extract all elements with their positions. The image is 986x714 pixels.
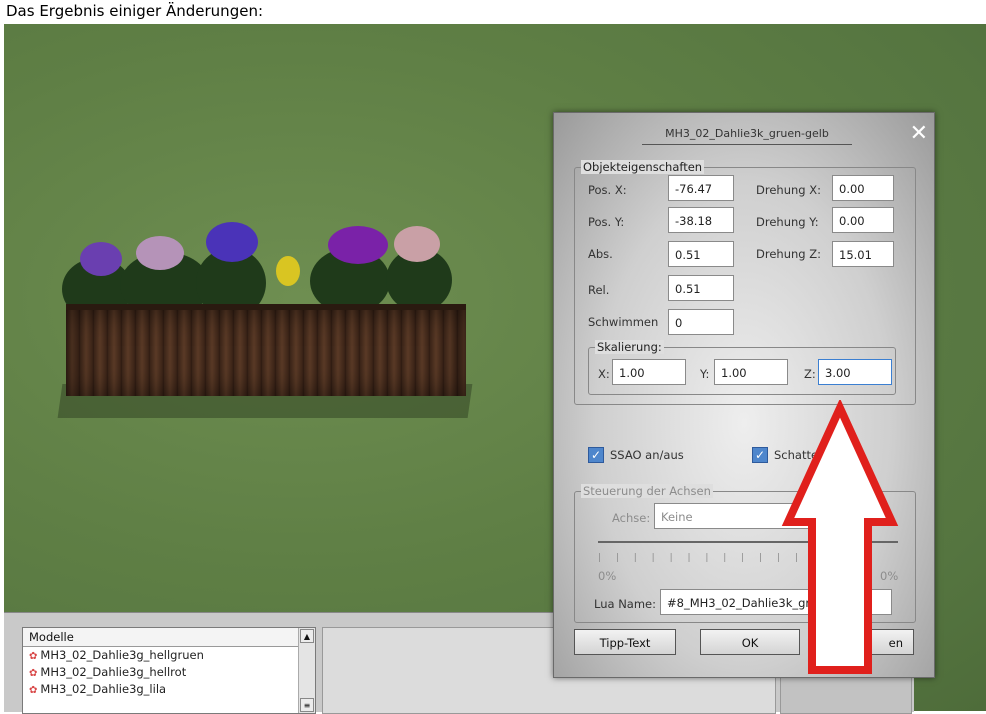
flower-violet bbox=[328, 226, 388, 264]
rot-y-label: Drehung Y: bbox=[756, 215, 819, 229]
tipp-text-button[interactable]: Tipp-Text bbox=[574, 629, 676, 655]
rot-x-label: Drehung X: bbox=[756, 183, 821, 197]
scale-y-field[interactable]: 1.00 bbox=[714, 359, 788, 385]
ssao-checkbox[interactable]: ✓ bbox=[588, 447, 604, 463]
pos-x-label: Pos. X: bbox=[588, 183, 627, 197]
rot-x-field[interactable]: 0.00 bbox=[832, 175, 894, 201]
list-item[interactable]: ✿ MH3_02_Dahlie3g_hellgruen bbox=[23, 647, 315, 664]
scroll-up-icon[interactable]: ▲ bbox=[300, 629, 314, 643]
scale-x-field[interactable]: 1.00 bbox=[612, 359, 686, 385]
caption-text: Das Ergebnis einiger Änderungen: bbox=[6, 2, 263, 20]
rot-z-label: Drehung Z: bbox=[756, 247, 821, 261]
flower-icon: ✿ bbox=[29, 668, 38, 679]
pos-y-field[interactable]: -38.18 bbox=[668, 207, 734, 233]
abs-label: Abs. bbox=[588, 247, 613, 261]
rot-y-field[interactable]: 0.00 bbox=[832, 207, 894, 233]
scale-z-label: Z: bbox=[804, 367, 816, 381]
dialog-title: MH3_02_Dahlie3k_gruen-gelb bbox=[642, 127, 852, 145]
rot-z-field[interactable]: 15.01 bbox=[832, 241, 894, 267]
arrow-up-icon bbox=[781, 400, 899, 674]
list-item[interactable]: ✿ MH3_02_Dahlie3g_lila bbox=[23, 681, 315, 698]
slider-min-label: 0% bbox=[598, 569, 617, 583]
schwimmen-label: Schwimmen bbox=[588, 315, 659, 329]
pos-x-field[interactable]: -76.47 bbox=[668, 175, 734, 201]
flower-blue bbox=[206, 222, 258, 262]
planter-box bbox=[66, 304, 466, 396]
ssao-label: SSAO an/aus bbox=[610, 448, 684, 462]
flower-icon: ✿ bbox=[29, 651, 38, 662]
list-item[interactable]: ✿ MH3_02_Dahlie3g_hellrot bbox=[23, 664, 315, 681]
scale-z-field[interactable]: 3.00 bbox=[818, 359, 892, 385]
group-label: Objekteigenschaften bbox=[581, 160, 705, 174]
achse-label: Achse: bbox=[612, 511, 651, 525]
model-list-header[interactable]: Modelle bbox=[23, 628, 315, 647]
flower-icon: ✿ bbox=[29, 685, 38, 696]
group-label: Skalierung: bbox=[595, 340, 664, 354]
schatten-checkbox[interactable]: ✓ bbox=[752, 447, 768, 463]
lua-name-label: Lua Name: bbox=[594, 597, 656, 611]
pos-y-label: Pos. Y: bbox=[588, 215, 625, 229]
scroll-thumb[interactable]: ≡ bbox=[300, 698, 314, 712]
model-list[interactable]: Modelle ✿ MH3_02_Dahlie3g_hellgruen ✿ MH3_… bbox=[22, 627, 316, 714]
close-icon[interactable]: ✕ bbox=[910, 121, 928, 146]
list-scrollbar[interactable]: ▲ ≡ bbox=[298, 628, 315, 713]
rel-label: Rel. bbox=[588, 283, 610, 297]
schwimmen-field[interactable]: 0 bbox=[668, 309, 734, 335]
scale-x-label: X: bbox=[598, 367, 610, 381]
flower-yellow bbox=[276, 256, 300, 286]
scale-y-label: Y: bbox=[700, 367, 710, 381]
flower-pink bbox=[136, 236, 184, 270]
abs-field[interactable]: 0.51 bbox=[668, 241, 734, 267]
group-label: Steuerung der Achsen bbox=[581, 484, 713, 498]
rel-field[interactable]: 0.51 bbox=[668, 275, 734, 301]
flower-purple bbox=[80, 242, 122, 276]
flower-rose bbox=[394, 226, 440, 262]
